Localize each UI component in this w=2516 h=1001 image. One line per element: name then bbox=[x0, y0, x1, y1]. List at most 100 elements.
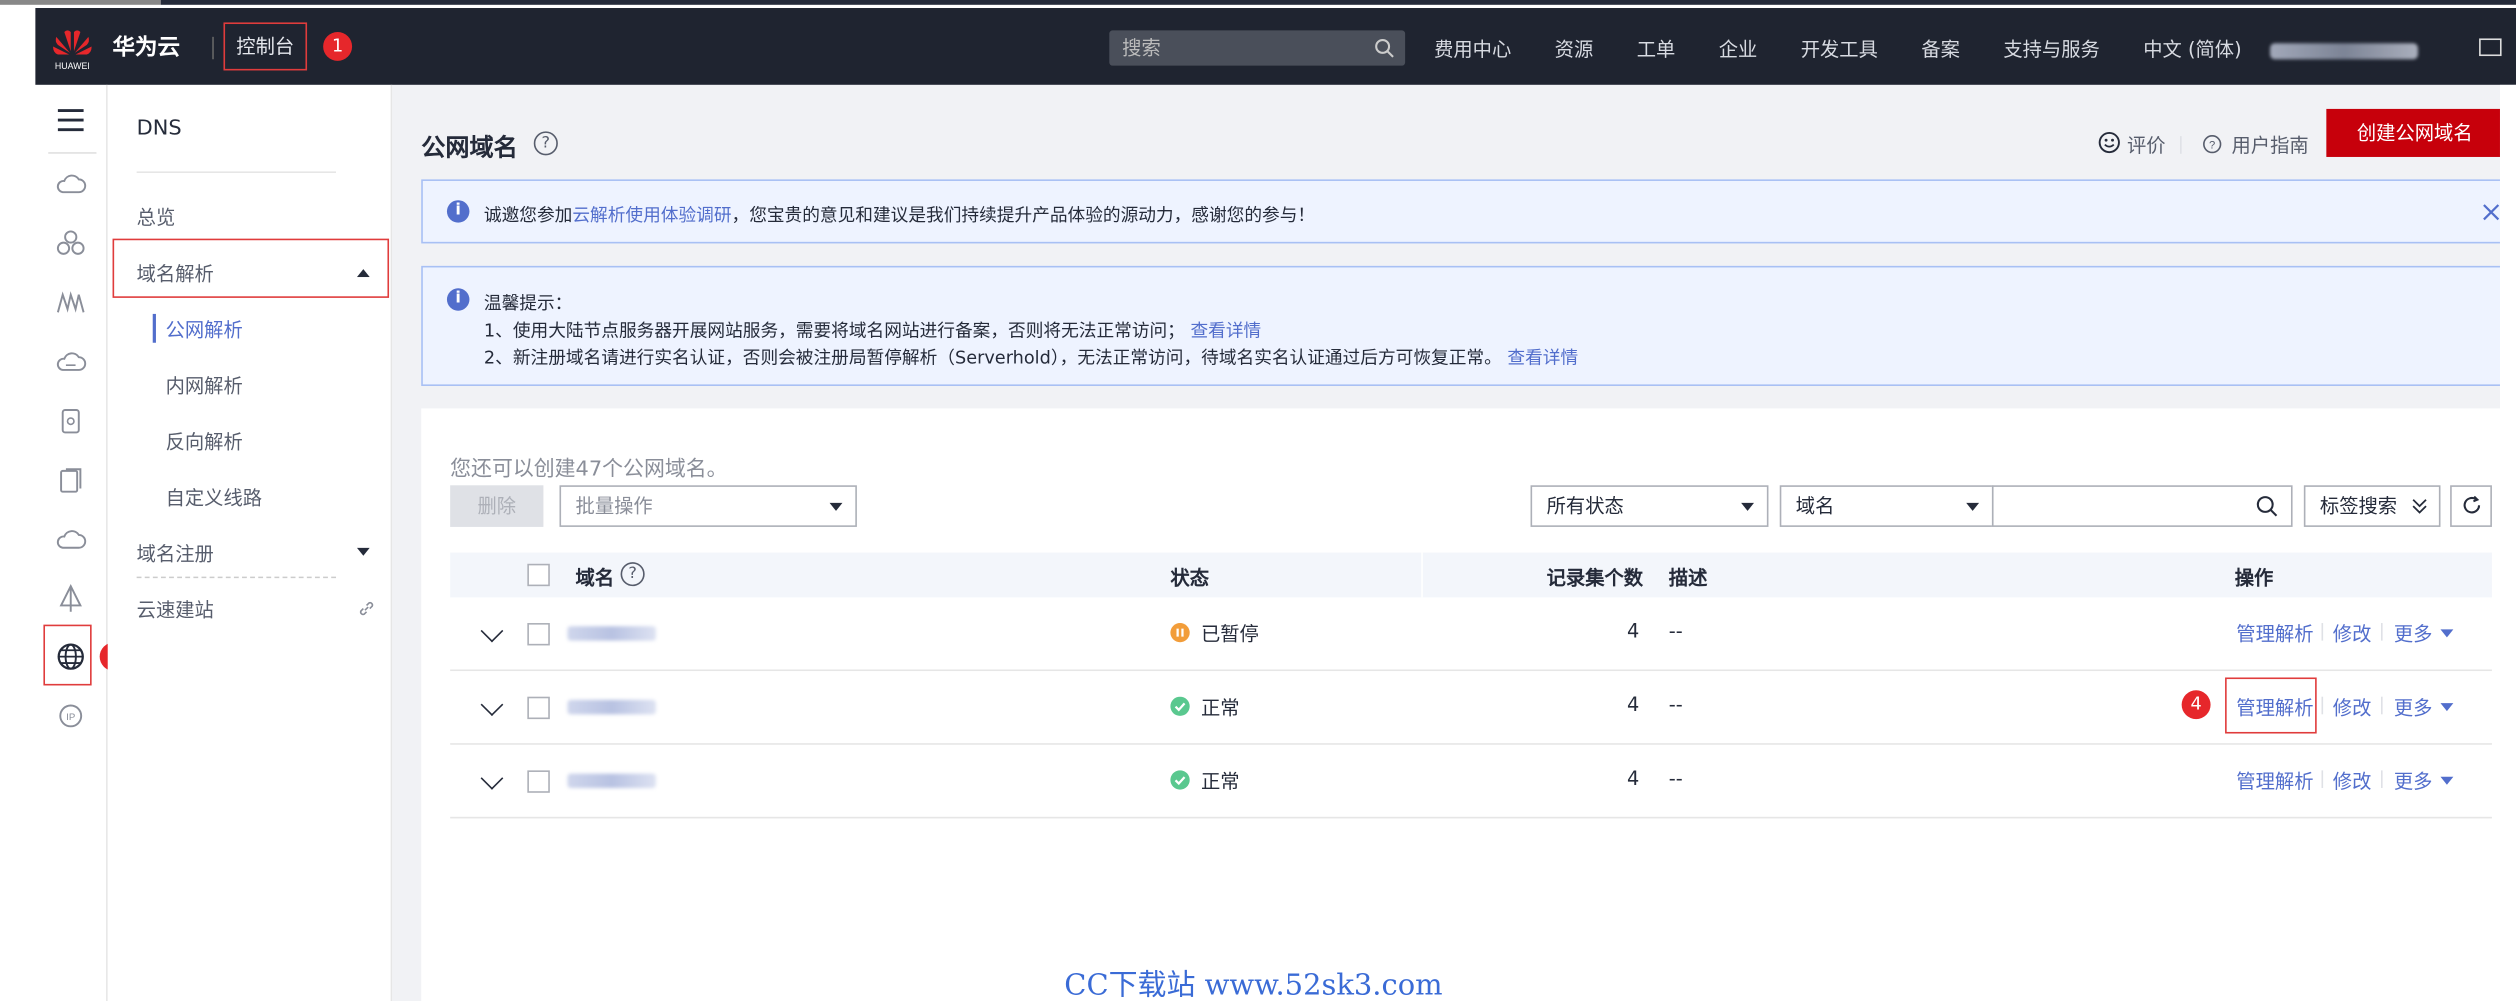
ip-icon[interactable]: IP bbox=[55, 700, 87, 732]
divider bbox=[2381, 696, 2383, 715]
close-icon[interactable] bbox=[2482, 203, 2500, 221]
cloud-server-icon[interactable] bbox=[55, 168, 87, 200]
sidebar-item-overview[interactable]: 总览 bbox=[137, 203, 176, 230]
monitor-icon[interactable] bbox=[55, 287, 87, 319]
nav-tickets[interactable]: 工单 bbox=[1637, 35, 1676, 62]
file-storage-icon[interactable] bbox=[55, 464, 87, 496]
double-chevron-down-icon bbox=[2412, 499, 2427, 514]
edit-link[interactable]: 修改 bbox=[2333, 693, 2372, 720]
caret-down-icon bbox=[1741, 502, 1755, 511]
cdn-icon[interactable] bbox=[55, 583, 87, 615]
column-record-count: 记录集个数 bbox=[1546, 566, 1644, 590]
refresh-icon bbox=[2463, 495, 2481, 514]
sidebar-item-reverse-resolve[interactable]: 反向解析 bbox=[166, 428, 243, 455]
edit-link[interactable]: 修改 bbox=[2333, 767, 2372, 794]
refresh-button[interactable] bbox=[2450, 485, 2492, 527]
account-name-blurred[interactable] bbox=[2270, 43, 2418, 60]
expand-chevron-icon[interactable] bbox=[480, 619, 504, 643]
menu-icon[interactable] bbox=[55, 104, 87, 136]
nav-support[interactable]: 支持与服务 bbox=[2003, 35, 2099, 62]
cloud-storage-icon[interactable] bbox=[55, 346, 87, 378]
column-domain[interactable]: 域名 bbox=[576, 564, 615, 591]
rate-link[interactable]: 评价 bbox=[2127, 131, 2166, 158]
sidebar-item-quick-site[interactable]: 云速建站 bbox=[137, 596, 214, 623]
more-label: 更多 bbox=[2393, 696, 2433, 720]
svg-text:IP: IP bbox=[66, 712, 75, 723]
more-dropdown[interactable]: 更多 bbox=[2394, 693, 2454, 720]
delete-button[interactable]: 删除 bbox=[450, 485, 544, 527]
column-operations: 操作 bbox=[2234, 566, 2274, 590]
expand-chevron-icon[interactable] bbox=[480, 767, 504, 790]
view-details-link[interactable]: 查看详情 bbox=[1507, 348, 1578, 369]
help-question-icon[interactable]: ? bbox=[620, 562, 645, 587]
manage-resolve-link[interactable]: 管理解析 bbox=[2236, 767, 2313, 794]
status-text: 已暂停 bbox=[1200, 623, 1259, 646]
help-icon[interactable]: ? bbox=[2203, 135, 2222, 154]
tag-search-button[interactable]: 标签搜索 bbox=[2303, 485, 2441, 527]
right-edge bbox=[2499, 84, 2516, 1001]
survey-link[interactable]: 云解析使用体验调研 bbox=[572, 205, 731, 226]
status-filter-select[interactable]: 所有状态 bbox=[1530, 485, 1769, 527]
nav-resources[interactable]: 资源 bbox=[1555, 35, 1594, 62]
divider bbox=[2321, 623, 2324, 641]
search-icon[interactable] bbox=[1373, 37, 1396, 59]
row-checkbox[interactable] bbox=[527, 623, 550, 646]
divider bbox=[2321, 770, 2324, 788]
cluster-icon[interactable] bbox=[55, 227, 87, 259]
divider bbox=[2381, 623, 2383, 641]
cloud-icon[interactable] bbox=[55, 524, 87, 556]
nav-devtools[interactable]: 开发工具 bbox=[1801, 35, 1878, 62]
sidebar-item-private-resolve[interactable]: 内网解析 bbox=[166, 372, 243, 399]
field-filter-label: 域名 bbox=[1795, 494, 1835, 518]
create-public-domain-button[interactable]: 创建公网域名 bbox=[2326, 108, 2504, 157]
document-icon[interactable] bbox=[55, 405, 87, 437]
select-all-checkbox[interactable] bbox=[527, 563, 550, 587]
more-dropdown[interactable]: 更多 bbox=[2394, 620, 2454, 647]
sidebar-item-custom-line[interactable]: 自定义线路 bbox=[166, 484, 262, 511]
manage-resolve-link[interactable]: 管理解析 bbox=[2236, 693, 2313, 720]
help-question-icon[interactable]: ? bbox=[533, 131, 558, 156]
brand-name[interactable]: 华为云 bbox=[113, 30, 181, 62]
column-description: 描述 bbox=[1668, 566, 1708, 590]
nav-enterprise[interactable]: 企业 bbox=[1719, 35, 1758, 62]
annotation-box-2 bbox=[43, 624, 92, 686]
smile-icon[interactable] bbox=[2098, 131, 2121, 154]
domain-name-blurred[interactable] bbox=[567, 626, 656, 641]
global-search[interactable] bbox=[1109, 30, 1406, 66]
link-icon[interactable] bbox=[359, 601, 375, 617]
field-filter-select[interactable]: 域名 bbox=[1779, 485, 1994, 527]
nav-icp[interactable]: 备案 bbox=[1921, 35, 1960, 62]
watermark-text: CC下载站 www.52sk3.com bbox=[1064, 968, 1443, 1001]
user-guide-link[interactable]: 用户指南 bbox=[2231, 131, 2308, 158]
tips-line-1-text: 1、使用大陆节点服务器开展网站服务，需要将域名网站进行备案，否则将无法正常访问； bbox=[483, 320, 1185, 342]
row-checkbox[interactable] bbox=[527, 770, 550, 793]
caret-down-icon bbox=[2440, 629, 2454, 638]
caret-down-icon bbox=[2440, 776, 2454, 785]
more-dropdown[interactable]: 更多 bbox=[2394, 767, 2454, 794]
huawei-logo[interactable]: HUAWEI bbox=[48, 22, 96, 73]
tips-notice: i 温馨提示： 1、使用大陆节点服务器开展网站服务，需要将域名网站进行备案，否则… bbox=[421, 265, 2516, 386]
nav-billing[interactable]: 费用中心 bbox=[1434, 35, 1511, 62]
search-icon[interactable] bbox=[2256, 495, 2279, 517]
sidebar-item-domain-register[interactable]: 域名注册 bbox=[137, 540, 214, 567]
survey-notice: i 诚邀您参加云解析使用体验调研，您宝贵的意见和建议是我们持续提升产品体验的源动… bbox=[421, 179, 2516, 244]
view-details-link[interactable]: 查看详情 bbox=[1191, 320, 1262, 341]
console-link[interactable]: 控制台 bbox=[223, 22, 308, 71]
sidebar-item-public-resolve[interactable]: 公网解析 bbox=[166, 316, 243, 343]
domain-name-blurred[interactable] bbox=[567, 699, 656, 715]
manage-resolve-link[interactable]: 管理解析 bbox=[2236, 620, 2313, 647]
mail-icon[interactable] bbox=[2479, 38, 2502, 57]
edit-link[interactable]: 修改 bbox=[2333, 620, 2372, 647]
row-checkbox[interactable] bbox=[527, 696, 550, 720]
more-label: 更多 bbox=[2393, 623, 2433, 646]
search-keyword-input[interactable] bbox=[1991, 485, 2293, 527]
nav-language[interactable]: 中文 (简体) bbox=[2143, 35, 2241, 62]
column-status: 状态 bbox=[1170, 566, 1210, 590]
expand-chevron-icon[interactable] bbox=[480, 693, 504, 717]
normal-status-icon bbox=[1170, 770, 1190, 790]
caret-down-icon[interactable] bbox=[356, 547, 370, 558]
domain-list-card: 您还可以创建47个公网域名。 删除 批量操作 所有状态 域名 标签搜索 域名 ?… bbox=[421, 408, 2516, 1001]
search-input[interactable] bbox=[1122, 33, 1364, 63]
domain-name-blurred[interactable] bbox=[567, 773, 656, 788]
batch-operation-select[interactable]: 批量操作 bbox=[559, 485, 857, 527]
